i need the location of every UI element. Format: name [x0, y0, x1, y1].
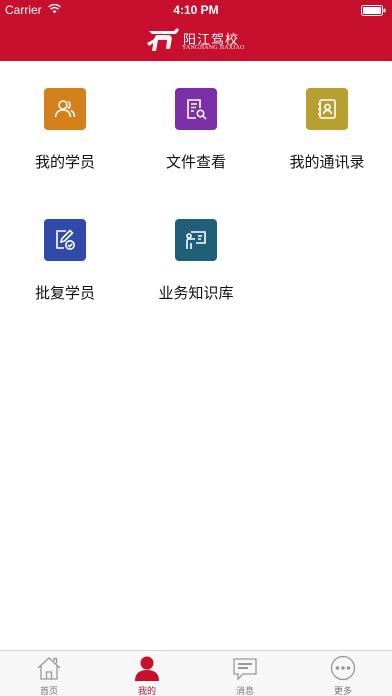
menu-item-my-contacts[interactable]: 我的通讯录: [262, 61, 392, 191]
tab-more[interactable]: 更多: [294, 651, 392, 696]
tab-label: 消息: [235, 687, 254, 696]
menu-item-approve-students[interactable]: 批复学员: [0, 192, 130, 322]
brand-logo: 阳江驾校 YANGJIANG JIAXIAO: [146, 27, 250, 53]
presentation-icon: [186, 231, 206, 249]
menu-item-my-students[interactable]: 我的学员: [0, 61, 130, 191]
menu-item-label: 业务知识库: [158, 284, 234, 302]
users-icon: [54, 100, 76, 118]
menu-item-label: 文件查看: [165, 153, 226, 171]
menu-item-label: 批复学员: [34, 284, 95, 302]
menu-item-knowledge-base[interactable]: 业务知识库: [131, 192, 261, 322]
brand-subtitle: YANGJIANG JIAXIAO: [182, 45, 245, 51]
home-icon: [37, 657, 61, 680]
menu-item-label: 我的通讯录: [289, 153, 365, 171]
more-icon: [330, 655, 356, 681]
menu-tile: [44, 88, 86, 130]
car-logo-icon: [147, 28, 179, 51]
clock: 4:10 PM: [173, 3, 219, 17]
tab-messages[interactable]: 消息: [196, 651, 294, 696]
menu-item-label: 我的学员: [34, 153, 95, 171]
tab-home[interactable]: 首页: [0, 651, 98, 696]
person-icon: [135, 656, 159, 681]
contacts-icon: [318, 99, 336, 119]
screen: Carrier 4:10 PM 阳江驾校 YANGJIANG JIAXIAO 我…: [0, 0, 392, 696]
menu-tile: [44, 219, 86, 261]
tab-bar: 首页 我的 消息 更多: [0, 650, 392, 696]
battery-icon: [361, 5, 386, 16]
menu-tile: [175, 88, 217, 130]
tab-label: 首页: [39, 687, 58, 696]
tab-label: 我的: [137, 687, 156, 696]
app-header: Carrier 4:10 PM 阳江驾校 YANGJIANG JIAXIAO: [0, 0, 392, 61]
tab-label: 更多: [333, 687, 352, 696]
edit-approve-icon: [56, 229, 75, 250]
document-search-icon: [187, 99, 207, 120]
status-bar: Carrier 4:10 PM: [0, 0, 392, 20]
tab-mine[interactable]: 我的: [98, 651, 196, 696]
menu-tile: [175, 219, 217, 261]
menu-item-file-view[interactable]: 文件查看: [131, 61, 261, 191]
menu-tile: [306, 88, 348, 130]
message-icon: [233, 658, 257, 681]
